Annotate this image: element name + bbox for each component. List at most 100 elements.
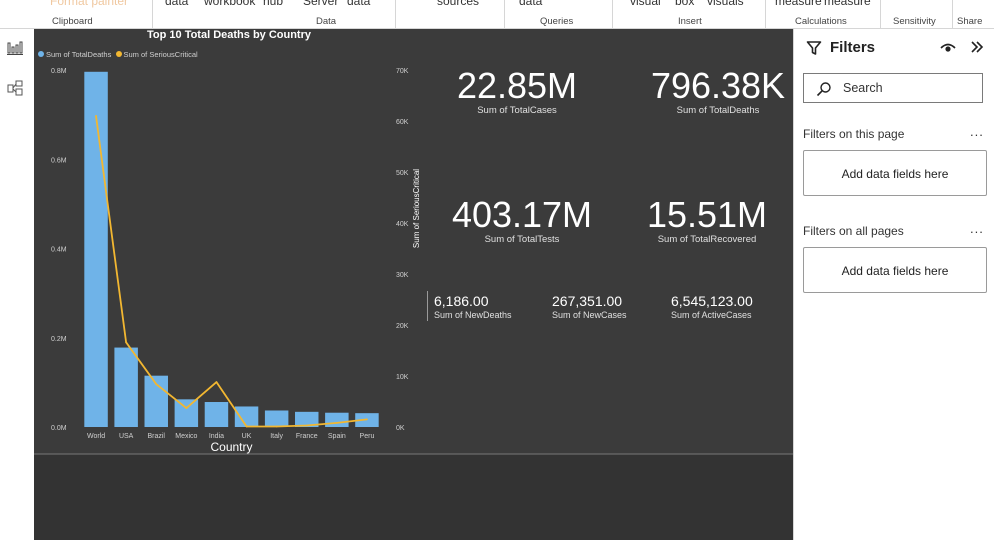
ribbon-format-painter[interactable]: Format painter [50,0,128,8]
kpi-total-cases-value: 22.85M [456,65,578,106]
view-switcher-bar [0,29,34,540]
ribbon-item-measure[interactable]: measure [775,0,822,8]
ribbon-item-measure-2[interactable]: measure [824,0,871,8]
ribbon-group-calculations: Calculations [795,16,847,27]
y-tick-label: 0.2M [51,336,67,343]
more-options-icon[interactable]: ... [970,124,984,139]
x-tick-label: Peru [360,433,375,440]
kpi-divider [427,291,428,321]
x-tick-label: France [296,433,318,440]
ribbon-group-share: Share [957,16,983,27]
y-tick-label: 0.4M [51,247,67,254]
x-tick-label: Brazil [147,433,165,440]
ribbon-group-data: Data [316,16,337,27]
y2-tick-label: 10K [396,374,409,381]
report-canvas: Top 10 Total Deaths by Country Sum of To… [34,29,793,540]
kpi-total-recovered-value: 15.51M [646,194,768,235]
more-options-icon[interactable]: ... [970,221,984,236]
line-point-peru [366,418,368,421]
kpi-total-cases-label: Sum of TotalCases [477,105,557,116]
filters-all-pages-drop-zone[interactable]: Add data fields here [803,247,987,293]
line-point-world [95,115,97,117]
bar-usa [114,347,138,427]
filters-title: Filters [830,39,876,56]
kpi-total-deaths-value: 796.38K [650,65,786,106]
ribbon-item-sources[interactable]: sources [437,0,479,8]
ribbon-separator [765,0,766,28]
ribbon-group-clipboard: Clipboard [52,16,93,27]
ribbon-item-data-3[interactable]: data [519,0,542,8]
model-view-icon[interactable] [6,79,24,97]
canvas-bottom-area [34,455,793,540]
ribbon-item-visual[interactable]: visual [630,0,661,8]
combo-chart[interactable]: 0.0M 0.2M 0.4M 0.6M 0.8M 0K 10K 20K 30K 40K 50K 60K… [34,29,429,459]
line-point-brazil [155,383,158,386]
y2-axis-title: Sum of SeriousCritical [412,169,421,248]
bar-uk [234,406,259,427]
line-point-india [215,381,218,384]
bar-spain [325,412,349,427]
ribbon-separator [152,0,153,28]
ribbon-group-queries: Queries [540,16,574,27]
kpi-new-cases-value: 267,351.00 [552,293,623,309]
search-icon [816,82,831,97]
collapse-pane-icon[interactable] [970,40,984,54]
ribbon-group-sensitivity: Sensitivity [893,16,936,27]
bar-world [84,71,108,427]
ribbon-separator [952,0,953,28]
filters-pane: Filters Search Filters on this page ... … [793,29,994,540]
ribbon-separator [395,0,396,28]
bar-italy [264,410,289,427]
ribbon: Format painter data workbook hub Server … [0,0,994,29]
y-tick-label: 0.8M [51,68,67,75]
drop-zone-label: Add data fields here [841,264,949,278]
bar-india [204,402,229,427]
line-point-usa [125,341,128,344]
x-tick-label: Spain [328,433,346,440]
ribbon-item-data-2[interactable]: data [347,0,370,8]
kpi-active-cases-value: 6,545,123.00 [671,293,753,309]
ribbon-separator [612,0,613,28]
y-tick-label: 0.0M [51,425,67,432]
bar-mexico [174,399,199,427]
line-point-france [305,424,308,427]
y2-tick-label: 70K [396,68,409,75]
y2-tick-label: 20K [396,323,409,330]
ribbon-item-hub[interactable]: hub [263,0,283,8]
filters-this-page-drop-zone[interactable]: Add data fields here [803,150,987,196]
x-tick-label: USA [119,433,134,440]
eye-icon[interactable] [940,42,956,54]
filters-on-all-pages-label: Filters on all pages [803,224,904,238]
kpi-total-tests-value: 403.17M [451,194,593,235]
ribbon-separator [880,0,881,28]
filters-search-input[interactable]: Search [803,73,983,103]
x-tick-label: India [209,433,224,440]
ribbon-item-visuals[interactable]: visuals [707,0,744,8]
drop-zone-label: Add data fields here [841,167,949,181]
x-tick-label: Italy [270,433,283,440]
line-point-mexico [185,407,188,410]
ribbon-item-data[interactable]: data [165,0,188,8]
ribbon-group-insert: Insert [678,16,702,27]
kpi-new-deaths-label: Sum of NewDeaths [434,310,512,320]
x-tick-label: UK [242,433,252,440]
kpi-total-recovered-label: Sum of TotalRecovered [657,234,757,245]
report-view-icon[interactable] [6,39,24,57]
line-point-uk [245,425,248,428]
y-tick-label: 0.6M [51,157,67,164]
line-point-spain [335,422,338,424]
ribbon-separator [504,0,505,28]
kpi-total-deaths-label: Sum of TotalDeaths [676,105,760,116]
y2-tick-label: 40K [396,221,409,228]
ribbon-item-workbook[interactable]: workbook [204,0,255,8]
x-axis-title: Country [210,440,252,454]
ribbon-item-server[interactable]: Server [303,0,338,8]
filters-on-this-page-label: Filters on this page [803,127,905,141]
search-placeholder: Search [843,81,883,95]
kpi-new-deaths-value: 6,186.00 [434,293,489,309]
kpi-active-cases-label: Sum of ActiveCases [671,310,752,320]
y2-tick-label: 50K [396,170,409,177]
kpi-total-tests-label: Sum of TotalTests [484,234,560,245]
y2-tick-label: 0K [396,425,405,432]
ribbon-item-box[interactable]: box [675,0,694,8]
